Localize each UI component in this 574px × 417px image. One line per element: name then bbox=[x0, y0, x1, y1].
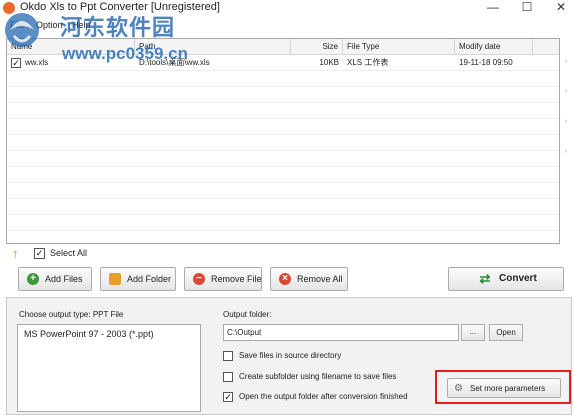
select-all-checkbox[interactable]: ✓ bbox=[34, 248, 45, 259]
select-all-row: ↑ ✓ Select All bbox=[12, 247, 212, 261]
side-arrow-icon[interactable]: › bbox=[565, 88, 572, 95]
move-up-icon[interactable]: ↑ bbox=[12, 247, 26, 261]
table-row-empty bbox=[7, 119, 559, 135]
table-row-empty bbox=[7, 71, 559, 87]
close-button[interactable]: ✕ bbox=[546, 0, 574, 16]
column-file-type[interactable]: File Type bbox=[343, 39, 455, 55]
set-more-parameters-label: Set more parameters bbox=[470, 384, 546, 393]
side-arrow-icon[interactable]: › bbox=[565, 148, 572, 155]
file-size: 10KB bbox=[319, 58, 339, 67]
file-list[interactable]: Name Path Size File Type Modify date ✓ w… bbox=[6, 38, 560, 244]
add-folder-label: Add Folder bbox=[127, 274, 172, 284]
side-arrow-icon[interactable]: › bbox=[565, 58, 572, 65]
file-list-header: Name Path Size File Type Modify date bbox=[7, 39, 559, 55]
add-files-button[interactable]: + Add Files bbox=[18, 267, 92, 291]
create-subfolder-checkbox[interactable] bbox=[223, 372, 233, 382]
add-files-label: Add Files bbox=[45, 274, 83, 284]
output-settings-panel: Choose output type: PPT File MS PowerPoi… bbox=[6, 297, 572, 415]
save-in-source-label: Save files in source directory bbox=[239, 351, 342, 360]
side-arrow-icon[interactable]: › bbox=[565, 118, 572, 125]
remove-all-button[interactable]: × Remove All bbox=[270, 267, 348, 291]
column-path[interactable]: Path bbox=[135, 39, 291, 55]
save-in-source-option[interactable]: Save files in source directory bbox=[223, 351, 443, 363]
row-checkbox[interactable]: ✓ bbox=[11, 58, 21, 68]
open-button[interactable]: Open bbox=[489, 324, 523, 341]
browse-button[interactable]: ... bbox=[461, 324, 485, 341]
output-type-label: Choose output type: PPT File bbox=[19, 310, 124, 319]
file-name: ww.xls bbox=[25, 58, 49, 67]
add-icon: + bbox=[27, 273, 39, 285]
maximize-button[interactable]: ☐ bbox=[512, 0, 542, 16]
output-folder-label: Output folder: bbox=[223, 310, 272, 319]
convert-label: Convert bbox=[499, 273, 537, 284]
gear-icon: ⚙ bbox=[454, 383, 463, 394]
minimize-button[interactable]: — bbox=[478, 0, 508, 16]
set-more-parameters-button[interactable]: ⚙ Set more parameters bbox=[447, 378, 561, 398]
table-row-empty bbox=[7, 103, 559, 119]
remove-all-label: Remove All bbox=[297, 274, 343, 284]
open-output-folder-label: Open the output folder after conversion … bbox=[239, 392, 408, 401]
column-filler bbox=[533, 39, 559, 55]
window-title: Okdo Xls to Ppt Converter [Unregistered] bbox=[20, 1, 220, 13]
file-type: XLS 工作表 bbox=[347, 58, 389, 67]
table-row-empty bbox=[7, 151, 559, 167]
table-row-empty bbox=[7, 199, 559, 215]
menu-option[interactable]: Option bbox=[36, 20, 63, 30]
open-output-folder-checkbox[interactable]: ✓ bbox=[223, 392, 233, 402]
add-folder-button[interactable]: Add Folder bbox=[100, 267, 176, 291]
remove-file-label: Remove File bbox=[211, 274, 262, 284]
app-logo-icon bbox=[3, 2, 15, 14]
menu-file[interactable]: File bbox=[10, 20, 25, 30]
menu-bar: File Option Help bbox=[0, 16, 574, 38]
title-bar: Okdo Xls to Ppt Converter [Unregistered]… bbox=[0, 0, 574, 16]
column-size[interactable]: Size bbox=[291, 39, 343, 55]
create-subfolder-label: Create subfolder using filename to save … bbox=[239, 372, 397, 381]
remove-file-button[interactable]: − Remove File bbox=[184, 267, 262, 291]
output-type-option[interactable]: MS PowerPoint 97 - 2003 (*.ppt) bbox=[24, 329, 154, 339]
column-name[interactable]: Name bbox=[7, 39, 135, 55]
select-all-label[interactable]: Select All bbox=[50, 248, 87, 258]
table-row-empty bbox=[7, 167, 559, 183]
save-in-source-checkbox[interactable] bbox=[223, 351, 233, 361]
table-row-empty bbox=[7, 135, 559, 151]
column-modify-date[interactable]: Modify date bbox=[455, 39, 533, 55]
open-output-folder-option[interactable]: ✓ Open the output folder after conversio… bbox=[223, 392, 443, 404]
convert-icon: ⇄ bbox=[479, 271, 491, 286]
output-folder-input[interactable] bbox=[223, 324, 459, 341]
folder-icon bbox=[109, 273, 121, 285]
create-subfolder-option[interactable]: Create subfolder using filename to save … bbox=[223, 372, 443, 384]
minus-icon: − bbox=[193, 273, 205, 285]
output-type-list[interactable]: MS PowerPoint 97 - 2003 (*.ppt) bbox=[17, 324, 201, 412]
table-row[interactable]: ✓ ww.xls D:\tools\桌面\ww.xls 10KB XLS 工作表… bbox=[7, 55, 559, 71]
remove-all-icon: × bbox=[279, 273, 291, 285]
file-path: D:\tools\桌面\ww.xls bbox=[139, 58, 210, 67]
table-row-empty bbox=[7, 87, 559, 103]
table-row-empty bbox=[7, 215, 559, 231]
side-toolbar: › › › › bbox=[562, 38, 574, 244]
table-row-empty bbox=[7, 183, 559, 199]
convert-button[interactable]: ⇄ Convert bbox=[448, 267, 564, 291]
menu-help[interactable]: Help bbox=[72, 20, 91, 30]
file-modify-date: 19-11-18 09:50 bbox=[459, 58, 513, 67]
